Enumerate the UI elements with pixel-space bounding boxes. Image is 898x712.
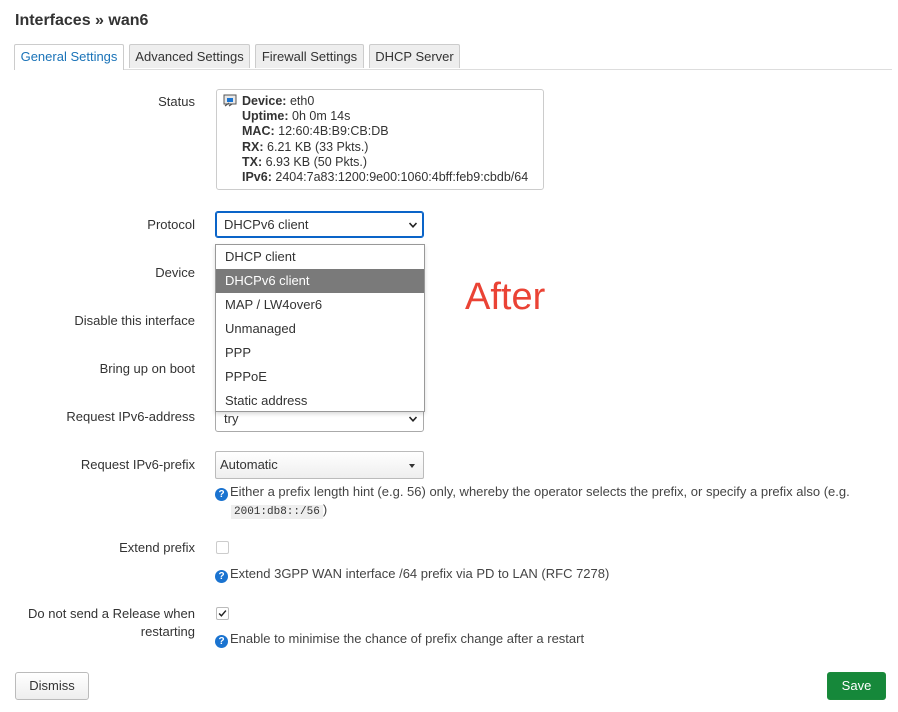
request-ipv6-address-value: try: [224, 411, 239, 426]
tab-bar: General Settings Advanced Settings Firew…: [14, 44, 892, 70]
tab-general-settings[interactable]: General Settings: [14, 44, 124, 70]
prefix-example-code: 2001:db8::/56: [231, 505, 323, 519]
dismiss-button[interactable]: Dismiss: [15, 672, 89, 700]
protocol-dropdown: DHCP client DHCPv6 client MAP / LW4over6…: [215, 244, 425, 412]
extend-prefix-hint: ? Extend 3GPP WAN interface /64 prefix vi…: [215, 566, 609, 583]
protocol-label: Protocol: [147, 217, 195, 232]
no-release-label: Do not send a Release when restarting: [28, 606, 195, 639]
request-ipv6-prefix-select[interactable]: Automatic: [215, 451, 424, 479]
request-ipv6-prefix-value: Automatic: [220, 457, 278, 472]
protocol-option-unmanaged[interactable]: Unmanaged: [216, 317, 424, 341]
status-box: Device: eth0 Uptime: 0h 0m 14s MAC: 12:6…: [216, 89, 544, 190]
chevron-down-icon: [409, 416, 417, 422]
disable-interface-label: Disable this interface: [74, 313, 195, 328]
protocol-option-map-lw4over6[interactable]: MAP / LW4over6: [216, 293, 424, 317]
after-annotation: After: [465, 276, 546, 318]
tab-firewall-settings[interactable]: Firewall Settings: [255, 44, 364, 68]
network-port-icon: [223, 94, 237, 107]
request-ipv6-address-label: Request IPv6-address: [66, 409, 195, 424]
device-label: Device: [155, 265, 195, 280]
tab-dhcp-server[interactable]: DHCP Server: [369, 44, 460, 68]
protocol-option-pppoe[interactable]: PPPoE: [216, 365, 424, 389]
checkmark-icon: [218, 610, 227, 617]
request-ipv6-prefix-label: Request IPv6-prefix: [80, 457, 195, 472]
status-row-uptime: Uptime: 0h 0m 14s: [242, 109, 351, 124]
status-row-device: Device: eth0: [242, 94, 315, 108]
save-button[interactable]: Save: [827, 672, 886, 700]
tab-advanced-settings[interactable]: Advanced Settings: [129, 44, 250, 68]
status-row-tx: TX: 6.93 KB (50 Pkts.): [242, 154, 368, 169]
protocol-option-ppp[interactable]: PPP: [216, 341, 424, 365]
status-row-rx: RX: 6.21 KB (33 Pkts.): [242, 139, 369, 154]
question-circle-icon: ?: [215, 570, 228, 583]
bring-up-on-boot-label: Bring up on boot: [99, 361, 195, 376]
protocol-option-dhcp-client[interactable]: DHCP client: [216, 245, 424, 269]
caret-down-icon: [409, 464, 415, 468]
protocol-select[interactable]: DHCPv6 client: [215, 211, 424, 238]
no-release-hint: ? Enable to minimise the chance of prefix…: [215, 631, 584, 648]
chevron-down-icon: [409, 222, 417, 228]
status-label: Status: [158, 94, 195, 109]
page-title: Interfaces » wan6: [15, 12, 149, 29]
status-details: Device: eth0 Uptime: 0h 0m 14s MAC: 12:6…: [242, 94, 528, 185]
status-row-ipv6: IPv6: 2404:7a83:1200:9e00:1060:4bff:feb9…: [242, 170, 529, 185]
question-circle-icon: ?: [215, 488, 228, 501]
extend-prefix-checkbox[interactable]: [216, 541, 229, 554]
request-ipv6-prefix-hint: ? Either a prefix length hint (e.g. 56) o…: [215, 484, 875, 520]
status-row-mac: MAC: 12:60:4B:B9:CB:DB: [242, 124, 389, 139]
protocol-option-static-address[interactable]: Static address: [216, 389, 424, 413]
no-release-checkbox[interactable]: [216, 607, 229, 620]
protocol-select-value: DHCPv6 client: [224, 217, 309, 232]
question-circle-icon: ?: [215, 635, 228, 648]
protocol-option-dhcpv6-client[interactable]: DHCPv6 client: [216, 269, 424, 293]
extend-prefix-label: Extend prefix: [119, 540, 195, 555]
